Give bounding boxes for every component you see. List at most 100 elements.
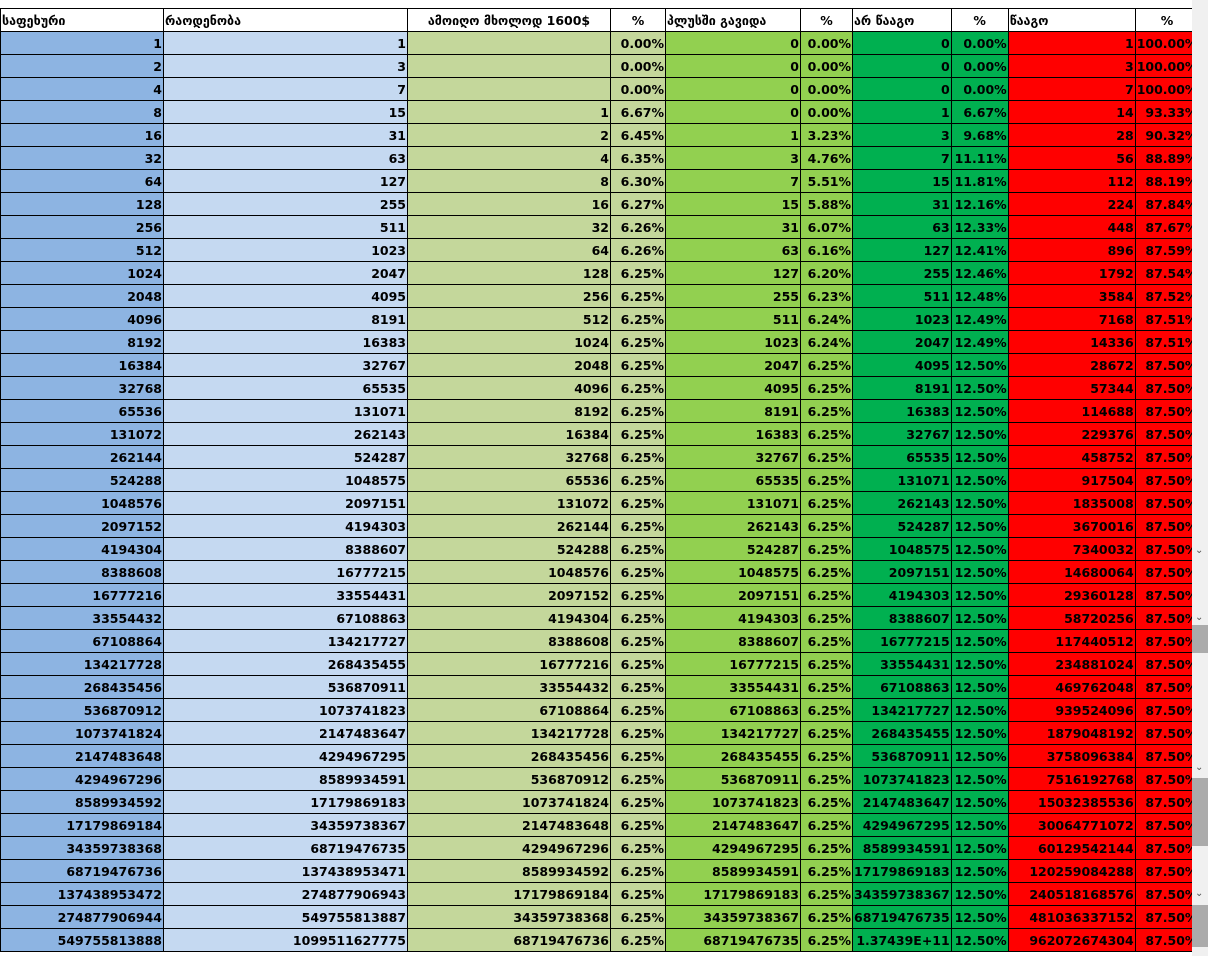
cell-lost[interactable]: 114688 [1007, 399, 1136, 423]
cell-lost[interactable]: 14 [1007, 100, 1136, 124]
cell-plus-pct[interactable]: 6.20% [800, 261, 853, 285]
cell-not-lost[interactable]: 1 [852, 100, 952, 124]
cell-lost-pct[interactable]: 87.50% [1134, 813, 1200, 837]
cell-only-1600-pct[interactable]: 6.25% [610, 790, 666, 814]
cell-step[interactable]: 131072 [0, 422, 164, 446]
cell-lost-pct[interactable]: 100.00% [1134, 54, 1200, 78]
cell-step[interactable]: 256 [0, 215, 164, 239]
cell-only-1600-pct[interactable]: 6.25% [610, 698, 666, 722]
cell-count[interactable]: 536870911 [163, 675, 408, 699]
cell-lost-pct[interactable]: 87.50% [1134, 721, 1200, 745]
cell-not-lost[interactable]: 536870911 [852, 744, 952, 768]
header-count[interactable]: რაოდენობა [163, 8, 408, 32]
cell-not-lost[interactable]: 2047 [852, 330, 952, 354]
cell-plus-pct[interactable]: 3.23% [800, 123, 853, 147]
cell-step[interactable]: 524288 [0, 468, 164, 492]
cell-plus-pct[interactable]: 6.24% [800, 307, 853, 331]
cell-only-1600-pct[interactable]: 6.25% [610, 491, 666, 515]
cell-plus-pct[interactable]: 6.25% [800, 652, 853, 676]
cell-not-lost-pct[interactable]: 12.41% [950, 238, 1009, 262]
cell-plus-pct[interactable]: 6.23% [800, 284, 853, 308]
cell-lost-pct[interactable]: 87.50% [1134, 859, 1200, 883]
cell-not-lost-pct[interactable]: 12.50% [950, 399, 1009, 423]
cell-plus-pct[interactable]: 5.88% [800, 192, 853, 216]
cell-lost-pct[interactable]: 87.50% [1134, 583, 1200, 607]
cell-step[interactable]: 4194304 [0, 537, 164, 561]
cell-only-1600-pct[interactable]: 6.27% [610, 192, 666, 216]
cell-lost[interactable]: 3584 [1007, 284, 1136, 308]
cell-only-1600[interactable]: 1 [407, 100, 611, 124]
cell-count[interactable]: 34359738367 [163, 813, 408, 837]
cell-only-1600-pct[interactable]: 6.25% [610, 284, 666, 308]
cell-not-lost[interactable]: 8191 [852, 376, 952, 400]
cell-step[interactable]: 536870912 [0, 698, 164, 722]
cell-only-1600[interactable]: 33554432 [407, 675, 611, 699]
vertical-scrollbar[interactable]: ⌄ ⌄ ⌄ ⌄ [1192, 0, 1208, 956]
cell-lost-pct[interactable]: 88.19% [1134, 169, 1200, 193]
cell-plus-pct[interactable]: 6.25% [800, 790, 853, 814]
cell-plus[interactable]: 8388607 [665, 629, 801, 653]
cell-lost[interactable]: 117440512 [1007, 629, 1136, 653]
cell-plus-pct[interactable]: 0.00% [800, 54, 853, 78]
cell-step[interactable]: 128 [0, 192, 164, 216]
cell-not-lost[interactable]: 127 [852, 238, 952, 262]
cell-lost-pct[interactable]: 90.32% [1134, 123, 1200, 147]
cell-plus[interactable]: 4194303 [665, 606, 801, 630]
cell-plus[interactable]: 1073741823 [665, 790, 801, 814]
cell-not-lost[interactable]: 4194303 [852, 583, 952, 607]
cell-not-lost-pct[interactable]: 0.00% [950, 77, 1009, 101]
cell-only-1600-pct[interactable]: 6.25% [610, 813, 666, 837]
cell-lost[interactable]: 56 [1007, 146, 1136, 170]
cell-lost[interactable]: 3670016 [1007, 514, 1136, 538]
cell-plus-pct[interactable]: 6.25% [800, 514, 853, 538]
cell-only-1600[interactable]: 4 [407, 146, 611, 170]
cell-not-lost-pct[interactable]: 12.50% [950, 721, 1009, 745]
chevron-down-icon[interactable]: ⌄ [1195, 545, 1203, 556]
cell-not-lost[interactable]: 33554431 [852, 652, 952, 676]
cell-lost[interactable]: 29360128 [1007, 583, 1136, 607]
cell-plus-pct[interactable]: 6.25% [800, 445, 853, 469]
cell-only-1600[interactable]: 268435456 [407, 744, 611, 768]
cell-not-lost-pct[interactable]: 12.50% [950, 698, 1009, 722]
cell-count[interactable]: 8589934591 [163, 767, 408, 791]
cell-count[interactable]: 31 [163, 123, 408, 147]
cell-only-1600[interactable]: 524288 [407, 537, 611, 561]
cell-not-lost-pct[interactable]: 12.50% [950, 491, 1009, 515]
cell-step[interactable]: 2097152 [0, 514, 164, 538]
header-step[interactable]: საფეხური [0, 8, 164, 32]
cell-count[interactable]: 3 [163, 54, 408, 78]
cell-lost[interactable]: 57344 [1007, 376, 1136, 400]
cell-not-lost[interactable]: 2097151 [852, 560, 952, 584]
cell-plus-pct[interactable]: 0.00% [800, 77, 853, 101]
cell-only-1600[interactable]: 1048576 [407, 560, 611, 584]
cell-only-1600[interactable]: 2048 [407, 353, 611, 377]
cell-step[interactable]: 137438953472 [0, 882, 164, 906]
cell-plus-pct[interactable]: 6.24% [800, 330, 853, 354]
cell-plus-pct[interactable]: 5.51% [800, 169, 853, 193]
cell-only-1600-pct[interactable]: 0.00% [610, 77, 666, 101]
cell-lost[interactable]: 1879048192 [1007, 721, 1136, 745]
cell-only-1600[interactable]: 64 [407, 238, 611, 262]
cell-only-1600-pct[interactable]: 6.25% [610, 652, 666, 676]
cell-step[interactable]: 16384 [0, 353, 164, 377]
cell-lost-pct[interactable]: 87.50% [1134, 491, 1200, 515]
cell-lost[interactable]: 229376 [1007, 422, 1136, 446]
cell-lost-pct[interactable]: 87.50% [1134, 537, 1200, 561]
cell-lost-pct[interactable]: 87.50% [1134, 399, 1200, 423]
cell-plus[interactable]: 1 [665, 123, 801, 147]
cell-not-lost[interactable]: 4294967295 [852, 813, 952, 837]
cell-only-1600[interactable]: 68719476736 [407, 928, 611, 952]
cell-not-lost-pct[interactable]: 12.50% [950, 790, 1009, 814]
cell-not-lost-pct[interactable]: 12.16% [950, 192, 1009, 216]
cell-count[interactable]: 16777215 [163, 560, 408, 584]
cell-not-lost-pct[interactable]: 12.50% [950, 353, 1009, 377]
cell-only-1600-pct[interactable]: 6.25% [610, 675, 666, 699]
cell-count[interactable]: 2147483647 [163, 721, 408, 745]
cell-lost-pct[interactable]: 100.00% [1134, 77, 1200, 101]
cell-plus[interactable]: 31 [665, 215, 801, 239]
cell-plus[interactable]: 524287 [665, 537, 801, 561]
cell-count[interactable]: 65535 [163, 376, 408, 400]
cell-plus-pct[interactable]: 6.25% [800, 560, 853, 584]
cell-step[interactable]: 8192 [0, 330, 164, 354]
cell-plus-pct[interactable]: 6.25% [800, 399, 853, 423]
